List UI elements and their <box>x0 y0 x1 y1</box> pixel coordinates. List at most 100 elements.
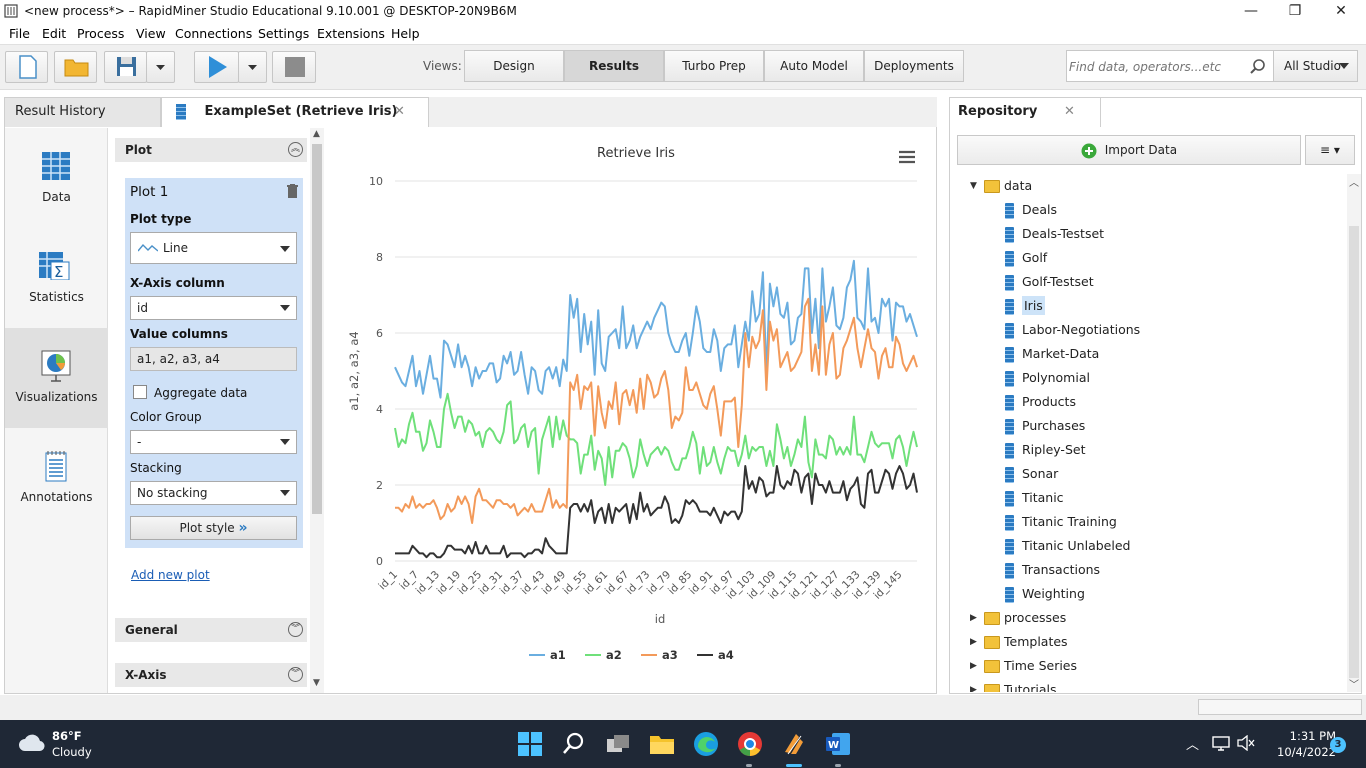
windows-start-icon[interactable] <box>516 730 544 758</box>
menu-connections[interactable]: Connections <box>175 26 252 41</box>
view-results-button[interactable]: Results <box>564 50 664 82</box>
close-window-button[interactable]: ✕ <box>1318 0 1364 24</box>
scroll-up-icon[interactable]: ▲ <box>313 129 320 139</box>
collapsed-icon[interactable]: ▶ <box>970 654 977 678</box>
repository-folder[interactable]: ▶ processes <box>970 606 1066 630</box>
config-scrollbar[interactable]: ▲ ▼ <box>310 128 324 693</box>
expanded-icon[interactable]: ▼ <box>970 174 977 198</box>
run-process-button[interactable] <box>194 51 239 83</box>
nav-statistics[interactable]: Σ Statistics <box>5 228 108 328</box>
import-data-button[interactable]: Import Data <box>957 135 1301 165</box>
view-design-button[interactable]: Design <box>464 50 564 82</box>
color-group-select[interactable]: - <box>130 430 297 454</box>
repository-entry[interactable]: Deals <box>1005 198 1057 222</box>
expand-icon[interactable]: ︾ <box>288 667 303 682</box>
repository-folder[interactable]: ▶ Templates <box>970 630 1068 654</box>
chevron-up-icon[interactable]: ︿ <box>1186 734 1199 753</box>
plot-type-select[interactable]: Line <box>130 232 297 264</box>
network-icon[interactable] <box>1212 735 1230 751</box>
repository-entry[interactable]: Weighting <box>1005 582 1085 606</box>
new-process-button[interactable] <box>5 51 48 83</box>
edge-browser-icon[interactable] <box>692 730 720 758</box>
search-icon[interactable] <box>560 730 588 758</box>
nav-visualizations[interactable]: Visualizations <box>5 328 108 428</box>
restore-button[interactable]: ❐ <box>1272 0 1318 24</box>
menu-settings[interactable]: Settings <box>258 26 309 41</box>
run-dropdown-button[interactable] <box>238 51 267 83</box>
notification-badge[interactable]: 3 <box>1330 737 1346 753</box>
close-tab-icon[interactable]: ✕ <box>394 98 405 126</box>
save-process-button[interactable] <box>104 51 147 83</box>
minimize-button[interactable]: — <box>1228 0 1274 24</box>
trash-icon[interactable] <box>287 184 298 198</box>
volume-muted-icon[interactable] <box>1237 735 1255 751</box>
repository-entry[interactable]: Titanic <box>1005 486 1064 510</box>
collapsed-icon[interactable]: ▶ <box>970 630 977 654</box>
view-turbo-prep-button[interactable]: Turbo Prep <box>664 50 764 82</box>
collapsed-icon[interactable]: ▶ <box>970 606 977 630</box>
section-plot-header[interactable]: Plot ︽ <box>115 138 307 162</box>
search-scope-dropdown[interactable]: All Studio <box>1273 50 1358 82</box>
chart-menu-icon[interactable] <box>898 150 916 164</box>
word-app-icon[interactable]: W <box>824 730 852 758</box>
menu-file[interactable]: File <box>9 26 30 41</box>
search-input[interactable] <box>1069 57 1239 77</box>
repository-folder[interactable]: ▼ data <box>970 174 1032 198</box>
repository-entry[interactable]: Deals-Testset <box>1005 222 1104 246</box>
aggregate-checkbox[interactable] <box>133 385 147 399</box>
view-auto-model-button[interactable]: Auto Model <box>764 50 864 82</box>
clock-time[interactable]: 1:31 PM <box>1276 729 1336 743</box>
repository-entry[interactable]: Titanic Unlabeled <box>1005 534 1130 558</box>
chrome-browser-icon[interactable] <box>736 730 764 758</box>
close-tab-icon[interactable]: ✕ <box>1064 98 1075 126</box>
clock-date[interactable]: 10/4/2022 <box>1266 745 1336 759</box>
repository-scrollbar[interactable]: ︿ ﹀ <box>1347 174 1361 692</box>
scroll-down-icon[interactable]: ▼ <box>313 678 320 688</box>
rapidminer-app-icon[interactable] <box>780 730 808 758</box>
repository-entry[interactable]: Iris <box>1005 294 1045 318</box>
repository-entry[interactable]: Products <box>1005 390 1076 414</box>
repository-entry[interactable]: Polynomial <box>1005 366 1090 390</box>
expand-icon[interactable]: ︾ <box>288 622 303 637</box>
menu-edit[interactable]: Edit <box>42 26 66 41</box>
value-columns-field[interactable]: a1, a2, a3, a4 <box>130 347 297 371</box>
plot-style-button[interactable]: Plot style » <box>130 516 297 540</box>
save-dropdown-button[interactable] <box>146 51 175 83</box>
view-deployments-button[interactable]: Deployments <box>864 50 964 82</box>
repository-entry[interactable]: Labor-Negotiations <box>1005 318 1140 342</box>
stacking-select[interactable]: No stacking <box>130 481 297 505</box>
repository-entry[interactable]: Transactions <box>1005 558 1100 582</box>
tab-repository[interactable]: Repository ✕ <box>949 97 1101 127</box>
repository-folder[interactable]: ▶ Time Series <box>970 654 1077 678</box>
repository-entry[interactable]: Sonar <box>1005 462 1058 486</box>
tab-result-history[interactable]: Result History <box>4 97 161 127</box>
file-explorer-icon[interactable] <box>648 730 676 758</box>
task-view-icon[interactable] <box>604 730 632 758</box>
nav-annotations[interactable]: Annotations <box>5 428 108 528</box>
line-chart[interactable]: 0 2 4 6 8 10 Retrieve Iris a1, a2, a3, a4 id id_1… <box>325 128 935 693</box>
scrollbar-thumb[interactable] <box>1349 226 1359 678</box>
search-icon[interactable] <box>1249 58 1267 76</box>
repository-entry[interactable]: Golf-Testset <box>1005 270 1094 294</box>
repository-folder[interactable]: ▶ Tutorials <box>970 678 1056 692</box>
repository-entry[interactable]: Titanic Training <box>1005 510 1117 534</box>
tab-exampleset[interactable]: ExampleSet (Retrieve Iris) ✕ <box>161 97 429 127</box>
repository-entry[interactable]: Golf <box>1005 246 1047 270</box>
section-general-header[interactable]: General ︾ <box>115 618 307 642</box>
scroll-up-icon[interactable]: ︿ <box>1349 174 1359 189</box>
menu-help[interactable]: Help <box>391 26 420 41</box>
menu-extensions[interactable]: Extensions <box>317 26 385 41</box>
section-x-axis-header[interactable]: X-Axis ︾ <box>115 663 307 687</box>
x-axis-column-select[interactable]: id <box>130 296 297 320</box>
repository-entry[interactable]: Ripley-Set <box>1005 438 1085 462</box>
stop-process-button[interactable] <box>272 51 316 83</box>
menu-view[interactable]: View <box>136 26 166 41</box>
add-new-plot-link[interactable]: Add new plot <box>131 568 210 582</box>
nav-data[interactable]: Data <box>5 128 108 228</box>
menu-process[interactable]: Process <box>77 26 124 41</box>
scroll-down-icon[interactable]: ﹀ <box>1349 676 1359 691</box>
collapse-icon[interactable]: ︽ <box>288 142 303 157</box>
collapsed-icon[interactable]: ▶ <box>970 678 977 692</box>
repository-entry[interactable]: Purchases <box>1005 414 1085 438</box>
repository-menu-button[interactable]: ≡ ▾ <box>1305 135 1355 165</box>
